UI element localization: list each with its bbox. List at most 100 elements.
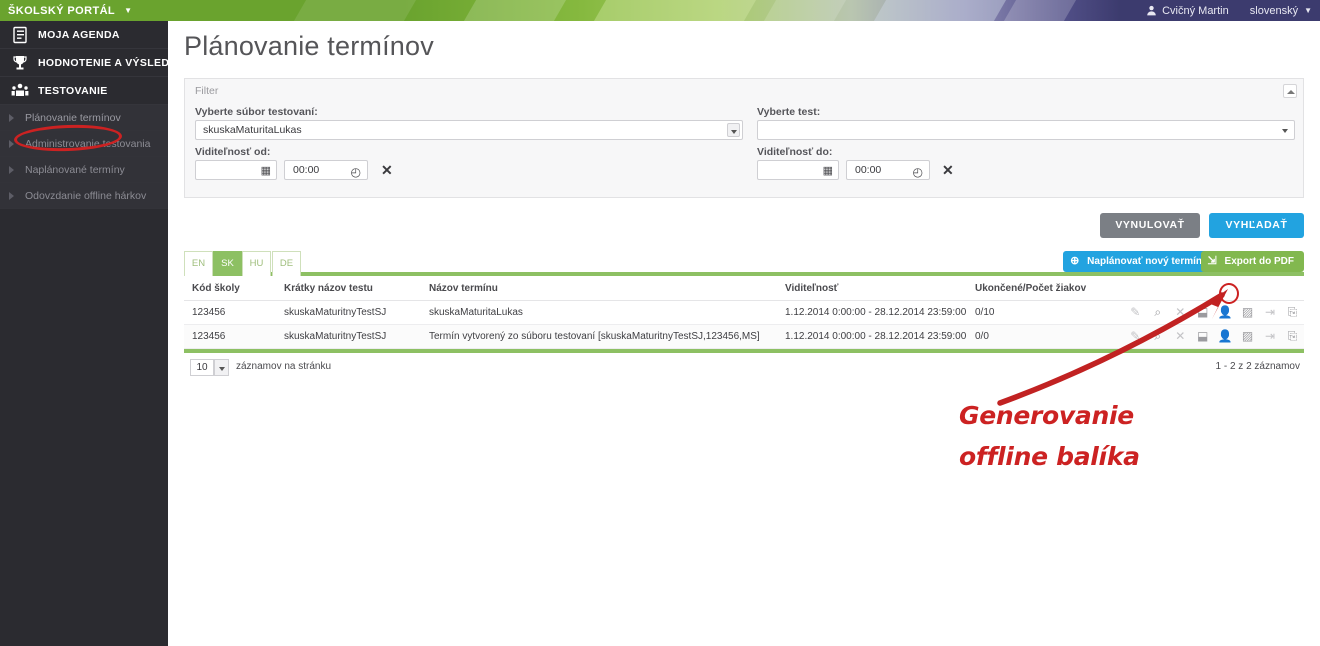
- trophy-icon: [13, 56, 27, 70]
- chevron-down-icon[interactable]: [1279, 123, 1292, 137]
- close-x-icon[interactable]: ✕: [1173, 327, 1188, 346]
- page-title: Plánovanie termínov: [184, 31, 434, 61]
- document-edit-icon[interactable]: ▨: [1240, 327, 1255, 346]
- triangle-right-icon: [9, 166, 14, 174]
- table-header: Kód školy Krátky názov testu Názov termí…: [184, 280, 1304, 301]
- clock-icon: ◴: [350, 165, 361, 179]
- column-header-nazov-terminu: Názov termínu: [429, 283, 498, 294]
- sidebar-item-administrovanie-testovania[interactable]: Administrovanie testovania: [0, 131, 168, 157]
- sidebar-item-label: MOJA AGENDA: [38, 29, 120, 41]
- time-to-value: 00:00: [855, 164, 882, 176]
- user-name: Cvičný Martin: [1162, 5, 1229, 17]
- clipboard-icon: [13, 26, 27, 44]
- new-term-label: Naplánovať nový termín: [1087, 256, 1202, 267]
- pagination-bar: 10 záznamov na stránku 1 - 2 z 2 záznamo…: [184, 359, 1304, 381]
- cell-test-short-name: skuskaMaturitnyTestSJ: [284, 331, 387, 342]
- sidebar-item-label: HODNOTENIE A VÝSLEDKY: [38, 57, 185, 69]
- tab-sk[interactable]: SK: [213, 251, 242, 276]
- magnifier-icon[interactable]: ⌕: [1150, 327, 1165, 346]
- sidebar-item-odovzdanie-offline-harkov[interactable]: Odovzdanie offline hárkov: [0, 183, 168, 209]
- sidebar-subitem-label: Naplánované termíny: [25, 164, 125, 176]
- brand-menu[interactable]: ŠKOLSKÝ PORTÁL ▼: [8, 0, 132, 21]
- tab-en[interactable]: EN: [184, 251, 213, 276]
- chevron-down-icon: ▼: [124, 6, 133, 15]
- import-icon[interactable]: ⇥: [1263, 303, 1278, 322]
- search-button[interactable]: VYHĽADAŤ: [1209, 213, 1304, 238]
- cell-school-code: 123456: [192, 307, 226, 318]
- close-x-icon[interactable]: ✕: [1173, 303, 1188, 322]
- export-icon[interactable]: ⎘: [1285, 327, 1300, 346]
- triangle-right-icon: [9, 192, 14, 200]
- magnifier-icon[interactable]: ⌕: [1150, 303, 1165, 322]
- download-icon[interactable]: ⬓: [1195, 327, 1210, 346]
- main-content: Plánovanie termínov Filter Vyberte súbor…: [168, 21, 1320, 646]
- export-pdf-label: Export do PDF: [1224, 256, 1294, 267]
- test-select[interactable]: [757, 120, 1295, 140]
- clock-icon: ◴: [912, 165, 923, 179]
- header-stripe: [763, 0, 847, 21]
- sidebar-item-planovanie-terminov[interactable]: Plánovanie termínov: [0, 105, 168, 131]
- tabbar-strip: [184, 272, 1304, 276]
- tab-de[interactable]: DE: [272, 251, 301, 276]
- header-right-controls: Cvičný Martin slovenský ▼: [1146, 0, 1312, 21]
- cell-visibility: 1.12.2014 0:00:00 - 28.12.2014 23:59:00: [785, 307, 967, 318]
- clear-to-icon[interactable]: ✕: [942, 163, 954, 177]
- export-icon[interactable]: ⎘: [1285, 303, 1300, 322]
- tab-hu[interactable]: HU: [242, 251, 271, 276]
- header-stripe: [463, 0, 567, 21]
- file-select-label: Vyberte súbor testovaní:: [195, 106, 318, 118]
- language-selector[interactable]: slovenský ▼: [1250, 5, 1312, 17]
- top-header-bar: ŠKOLSKÝ PORTÁL ▼ Cvičný Martin slovenský ▼: [0, 0, 1320, 21]
- chevron-down-icon[interactable]: [727, 123, 740, 137]
- date-from-input[interactable]: ▦: [195, 160, 277, 180]
- chevron-up-icon[interactable]: [1283, 84, 1297, 98]
- sidebar-navigation: MOJA AGENDA HODNOTENIE A VÝSLEDKY TESTOV…: [0, 21, 184, 646]
- date-to-input[interactable]: ▦: [757, 160, 839, 180]
- person-icon[interactable]: 👤: [1218, 327, 1233, 346]
- export-pdf-button[interactable]: ⇲ Export do PDF: [1200, 251, 1304, 272]
- sidebar-item-testovanie[interactable]: TESTOVANIE: [0, 77, 168, 105]
- page-size-input[interactable]: 10: [190, 359, 214, 376]
- new-term-button[interactable]: ⊕ Naplánovať nový termín: [1063, 251, 1212, 272]
- table-row[interactable]: 123456 skuskaMaturitnyTestSJ skuskaMatur…: [184, 301, 1304, 325]
- column-header-viditelnost: Viditeľnosť: [785, 283, 839, 294]
- plus-circle-icon: ⊕: [1070, 255, 1080, 267]
- column-header-kod-skoly: Kód školy: [192, 283, 240, 294]
- sidebar-item-label: TESTOVANIE: [38, 85, 108, 97]
- download-icon[interactable]: ⬓: [1195, 303, 1210, 322]
- cell-term-name: Termín vytvorený zo súboru testovaní [sk…: [429, 331, 760, 342]
- triangle-right-icon: [9, 140, 14, 148]
- page-size-label: záznamov na stránku: [236, 361, 332, 372]
- sidebar-item-hodnotenie-a-vysledky[interactable]: HODNOTENIE A VÝSLEDKY: [0, 49, 184, 77]
- user-menu[interactable]: Cvičný Martin: [1146, 5, 1232, 17]
- header-stripe: [873, 0, 1007, 21]
- person-icon[interactable]: 👤: [1218, 303, 1233, 322]
- clear-from-icon[interactable]: ✕: [381, 163, 393, 177]
- header-stripe: [593, 0, 757, 21]
- time-from-input[interactable]: 00:00 ◴: [284, 160, 368, 180]
- import-icon[interactable]: ⇥: [1263, 327, 1278, 346]
- filter-panel: Filter Vyberte súbor testovaní: skuskaMa…: [184, 78, 1304, 198]
- chevron-down-icon[interactable]: [214, 359, 229, 376]
- table-footer-strip: [184, 349, 1304, 353]
- calendar-icon: ▦: [822, 165, 833, 177]
- sidebar-item-naplanovane-terminy[interactable]: Naplánované termíny: [0, 157, 168, 183]
- language-label: slovenský: [1249, 5, 1299, 17]
- sidebar-subitem-label: Odovzdanie offline hárkov: [25, 190, 147, 202]
- time-to-input[interactable]: 00:00 ◴: [846, 160, 930, 180]
- sidebar-subitem-label: Plánovanie termínov: [25, 112, 121, 124]
- file-select[interactable]: skuskaMaturitaLukas: [195, 120, 743, 140]
- test-select-label: Vyberte test:: [757, 106, 821, 118]
- reset-button[interactable]: VYNULOVAŤ: [1100, 213, 1200, 238]
- header-stripe: [1003, 0, 1077, 21]
- table-row[interactable]: 123456 skuskaMaturitnyTestSJ Termín vytv…: [184, 325, 1304, 349]
- sidebar-item-moja-agenda[interactable]: MOJA AGENDA: [0, 21, 168, 49]
- pencil-icon[interactable]: ✎: [1128, 303, 1143, 322]
- triangle-right-icon: [9, 114, 14, 122]
- cell-finished-count: 0/10: [975, 307, 995, 318]
- cell-test-short-name: skuskaMaturitnyTestSJ: [284, 307, 387, 318]
- pencil-icon[interactable]: ✎: [1128, 327, 1143, 346]
- document-edit-icon[interactable]: ▨: [1240, 303, 1255, 322]
- column-header-ukoncene: Ukončené/Počet žiakov: [975, 283, 1087, 294]
- cell-visibility: 1.12.2014 0:00:00 - 28.12.2014 23:59:00: [785, 331, 967, 342]
